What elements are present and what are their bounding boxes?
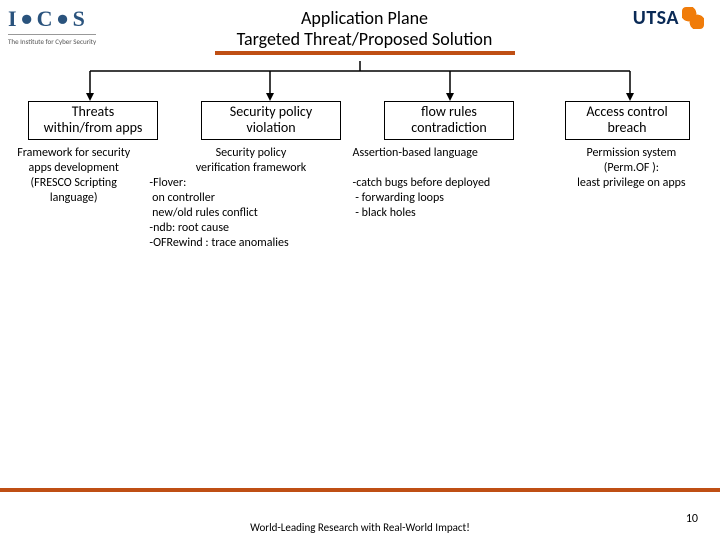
utsa-mark-icon [682, 7, 704, 29]
desc-line: -OFRewind : trace anomalies [149, 236, 352, 251]
box-access: Access control breach [565, 101, 690, 139]
desc-flowrules: Assertion-based language -catch bugs bef… [353, 146, 547, 251]
box-line: within/from apps [35, 120, 151, 136]
column-threats: Threats within/from apps [4, 101, 182, 139]
desc-line [353, 161, 547, 176]
box-line: contradiction [391, 120, 507, 136]
desc-line: Permission system [547, 146, 716, 161]
desc-line: (Perm.OF ): [547, 161, 716, 176]
desc-line: -catch bugs before deployed [353, 176, 547, 191]
desc-line: least privilege on apps [547, 176, 716, 191]
ics-subtitle: The Institute for Cyber Security [8, 34, 96, 46]
desc-line: -Flover: [149, 176, 352, 191]
desc-policy: Security policy verification framework -… [143, 146, 352, 251]
page-title: Application Plane Targeted Threat/Propos… [96, 6, 633, 55]
column-access: Access control breach [538, 101, 716, 139]
ics-letter-c: C [37, 6, 53, 32]
utsa-text: UTSA [633, 6, 679, 30]
title-line-2: Targeted Threat/Proposed Solution [96, 29, 633, 50]
box-line: Security policy [208, 104, 334, 120]
dot-icon: ● [57, 7, 69, 31]
ics-letter-s: S [73, 6, 85, 32]
footer-divider [0, 488, 720, 492]
box-line: Access control [572, 104, 683, 120]
column-flowrules: flow rules contradiction [360, 101, 538, 139]
box-threats: Threats within/from apps [28, 101, 158, 139]
desc-line: - forwarding loops [353, 191, 547, 206]
box-line: Threats [35, 104, 151, 120]
desc-access: Permission system (Perm.OF ): least priv… [547, 146, 716, 251]
ics-letter-i: I [8, 6, 17, 32]
desc-line: -ndb: root cause [149, 221, 352, 236]
footer-text: World-Leading Research with Real-World I… [240, 521, 480, 534]
page-number: 10 [686, 512, 698, 526]
box-policy: Security policy violation [201, 101, 341, 139]
box-line: violation [208, 120, 334, 136]
desc-line: Assertion-based language [353, 146, 547, 161]
title-line-1: Application Plane [96, 8, 633, 29]
box-line: flow rules [391, 104, 507, 120]
box-line: breach [572, 120, 683, 136]
title-underline [215, 51, 515, 55]
desc-line: new/old rules conflict [149, 206, 352, 221]
desc-line: verification framework [149, 161, 352, 176]
desc-line: (FRESCO Scripting [4, 176, 143, 191]
utsa-logo: UTSA [633, 6, 704, 30]
desc-line: language) [4, 191, 143, 206]
desc-line: on controller [149, 191, 352, 206]
desc-threats: Framework for security apps development … [4, 146, 143, 251]
desc-line: - black holes [353, 206, 547, 221]
desc-line: Security policy [149, 146, 352, 161]
box-flowrules: flow rules contradiction [384, 101, 514, 139]
ics-logo: I ● C ● S The Institute for Cyber Securi… [8, 6, 96, 46]
tree-connector [0, 61, 720, 101]
column-policy: Security policy violation [182, 101, 360, 139]
desc-line: Framework for security [4, 146, 143, 161]
desc-line: apps development [4, 161, 143, 176]
dot-icon: ● [21, 7, 33, 31]
